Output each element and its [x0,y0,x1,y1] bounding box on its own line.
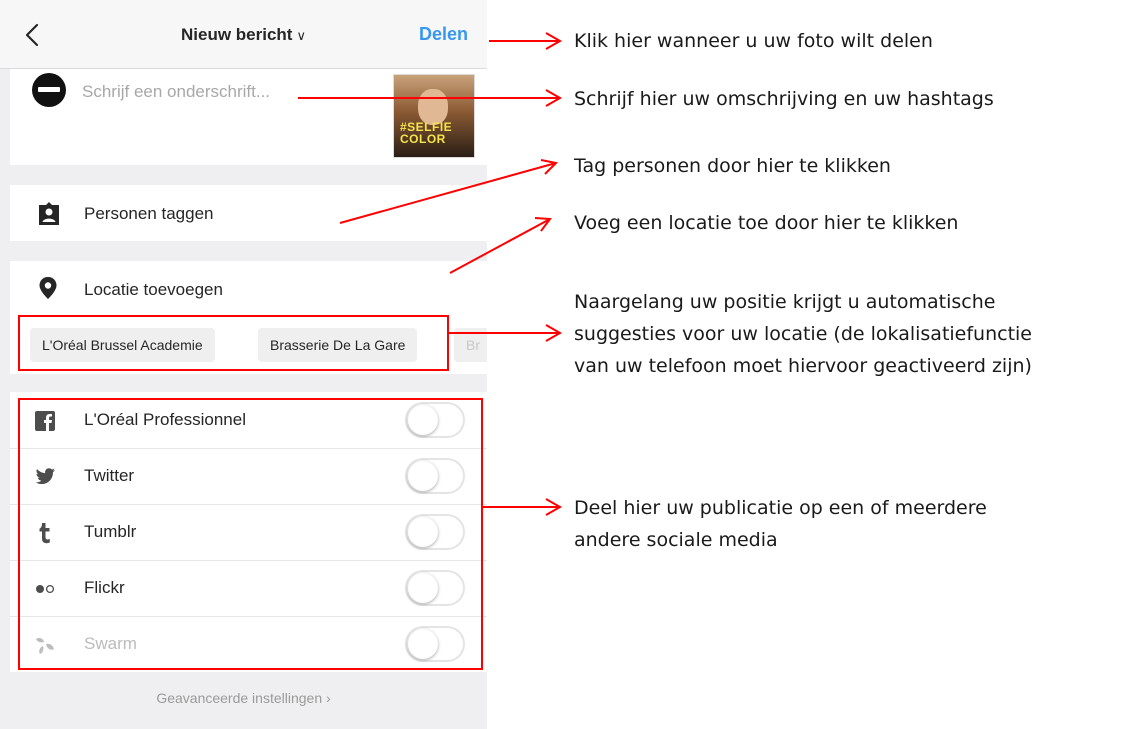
note-tag: Tag personen door hier te klikken [574,155,891,177]
arrow-tag [339,162,557,224]
note-suggestions-1: Naargelang uw positie krijgt u automatis… [574,291,996,313]
note-suggestions-3: van uw telefoon moet hiervoor geactiveer… [574,355,1032,377]
note-social-1: Deel hier uw publicatie op een of meerde… [574,497,987,519]
note-social-2: andere sociale media [574,529,778,551]
note-suggestions-2: suggesties voor uw locatie (de lokalisat… [574,323,1032,345]
note-caption: Schrijf hier uw omschrijving en uw hasht… [574,88,994,110]
note-share: Klik hier wanneer u uw foto wilt delen [574,30,933,52]
note-location: Voeg een locatie toe door hier te klikke… [574,212,959,234]
arrow-location [449,218,551,274]
